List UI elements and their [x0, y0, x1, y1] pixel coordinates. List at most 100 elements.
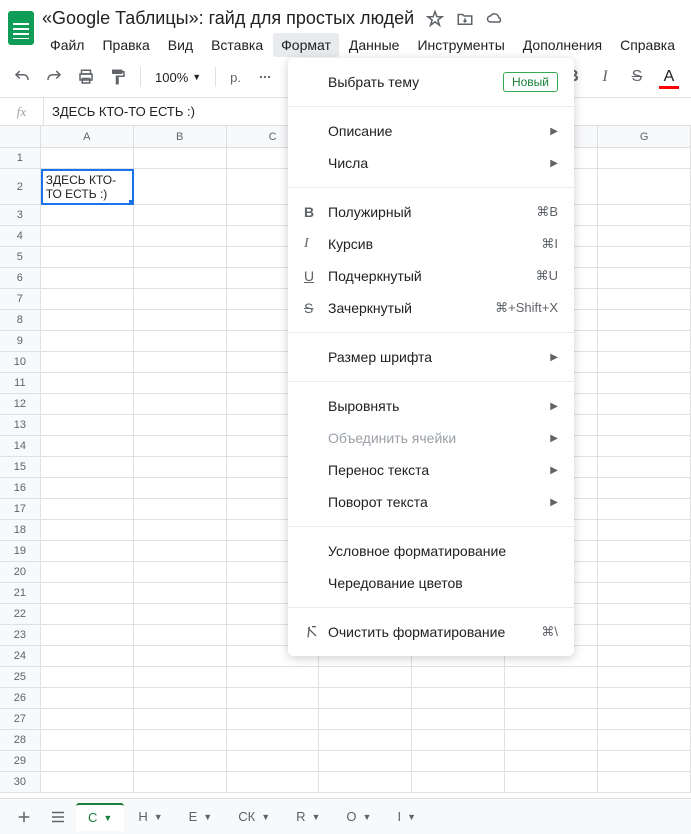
menu-вставка[interactable]: Вставка: [203, 33, 271, 57]
row-header-1[interactable]: 1: [0, 148, 41, 169]
cell-G20[interactable]: [598, 562, 691, 583]
cell-A23[interactable]: [41, 625, 134, 646]
row-header-8[interactable]: 8: [0, 310, 41, 331]
cell-F26[interactable]: [505, 688, 598, 709]
menu-item[interactable]: Условное форматирование: [288, 535, 574, 567]
menu-item[interactable]: Выровнять▶: [288, 390, 574, 422]
sheet-tab[interactable]: R▼: [284, 803, 332, 831]
move-folder-icon[interactable]: [456, 10, 474, 28]
print-button[interactable]: [72, 63, 100, 91]
row-header-30[interactable]: 30: [0, 772, 41, 793]
cell-A25[interactable]: [41, 667, 134, 688]
cell-A28[interactable]: [41, 730, 134, 751]
menu-item[interactable]: Перенос текста▶: [288, 454, 574, 486]
row-header-24[interactable]: 24: [0, 646, 41, 667]
cell-A4[interactable]: [41, 226, 134, 247]
cell-A10[interactable]: [41, 352, 134, 373]
menu-item[interactable]: Поворот текста▶: [288, 486, 574, 518]
cell-A20[interactable]: [41, 562, 134, 583]
cell-G17[interactable]: [598, 499, 691, 520]
select-all-corner[interactable]: [0, 126, 41, 148]
menu-theme[interactable]: Выбрать тему Новый: [288, 66, 574, 98]
cell-G5[interactable]: [598, 247, 691, 268]
cell-A12[interactable]: [41, 394, 134, 415]
cell-G13[interactable]: [598, 415, 691, 436]
row-header-19[interactable]: 19: [0, 541, 41, 562]
col-header-B[interactable]: B: [134, 126, 227, 148]
menu-вид[interactable]: Вид: [160, 33, 201, 57]
cell-G9[interactable]: [598, 331, 691, 352]
sheet-tab[interactable]: I▼: [385, 803, 428, 831]
undo-button[interactable]: [8, 63, 36, 91]
cell-D28[interactable]: [319, 730, 412, 751]
row-header-6[interactable]: 6: [0, 268, 41, 289]
row-header-4[interactable]: 4: [0, 226, 41, 247]
cell-B3[interactable]: [134, 205, 227, 226]
cell-G26[interactable]: [598, 688, 691, 709]
more-formats-button[interactable]: [251, 63, 279, 91]
cell-A19[interactable]: [41, 541, 134, 562]
row-header-26[interactable]: 26: [0, 688, 41, 709]
cell-G11[interactable]: [598, 373, 691, 394]
cell-A8[interactable]: [41, 310, 134, 331]
cell-E26[interactable]: [412, 688, 505, 709]
cell-D25[interactable]: [319, 667, 412, 688]
cell-G2[interactable]: [598, 169, 691, 205]
cell-A27[interactable]: [41, 709, 134, 730]
cell-D26[interactable]: [319, 688, 412, 709]
cell-G25[interactable]: [598, 667, 691, 688]
text-color-button[interactable]: A: [655, 63, 683, 91]
cell-D27[interactable]: [319, 709, 412, 730]
cell-B30[interactable]: [134, 772, 227, 793]
row-header-2[interactable]: 2: [0, 169, 41, 205]
cell-B13[interactable]: [134, 415, 227, 436]
row-header-20[interactable]: 20: [0, 562, 41, 583]
paint-format-button[interactable]: [104, 63, 132, 91]
cell-G27[interactable]: [598, 709, 691, 730]
menu-item[interactable]: IКурсив⌘I: [288, 228, 574, 260]
cell-A29[interactable]: [41, 751, 134, 772]
menu-правка[interactable]: Правка: [94, 33, 157, 57]
cell-B10[interactable]: [134, 352, 227, 373]
cell-G19[interactable]: [598, 541, 691, 562]
cell-B1[interactable]: [134, 148, 227, 169]
cell-A16[interactable]: [41, 478, 134, 499]
cell-F30[interactable]: [505, 772, 598, 793]
cell-B28[interactable]: [134, 730, 227, 751]
cell-F29[interactable]: [505, 751, 598, 772]
cell-B4[interactable]: [134, 226, 227, 247]
row-header-27[interactable]: 27: [0, 709, 41, 730]
cell-D30[interactable]: [319, 772, 412, 793]
cell-F27[interactable]: [505, 709, 598, 730]
cell-B2[interactable]: [134, 169, 227, 205]
star-icon[interactable]: [426, 10, 444, 28]
add-sheet-button[interactable]: [8, 803, 40, 831]
sheet-tab[interactable]: O▼: [334, 803, 383, 831]
cell-G18[interactable]: [598, 520, 691, 541]
row-header-22[interactable]: 22: [0, 604, 41, 625]
cell-B6[interactable]: [134, 268, 227, 289]
cell-G30[interactable]: [598, 772, 691, 793]
menu-файл[interactable]: Файл: [42, 33, 92, 57]
row-header-13[interactable]: 13: [0, 415, 41, 436]
doc-title[interactable]: «Google Таблицы»: гайд для простых людей: [42, 8, 414, 29]
cell-C25[interactable]: [227, 667, 320, 688]
cloud-status-icon[interactable]: [486, 10, 504, 28]
cell-A15[interactable]: [41, 457, 134, 478]
cell-A17[interactable]: [41, 499, 134, 520]
cell-A3[interactable]: [41, 205, 134, 226]
cell-D29[interactable]: [319, 751, 412, 772]
cell-B9[interactable]: [134, 331, 227, 352]
cell-B20[interactable]: [134, 562, 227, 583]
cell-A18[interactable]: [41, 520, 134, 541]
cell-B15[interactable]: [134, 457, 227, 478]
italic-button[interactable]: I: [591, 63, 619, 91]
cell-E30[interactable]: [412, 772, 505, 793]
redo-button[interactable]: [40, 63, 68, 91]
cell-G4[interactable]: [598, 226, 691, 247]
row-header-16[interactable]: 16: [0, 478, 41, 499]
cell-G29[interactable]: [598, 751, 691, 772]
row-header-5[interactable]: 5: [0, 247, 41, 268]
cell-G21[interactable]: [598, 583, 691, 604]
row-header-17[interactable]: 17: [0, 499, 41, 520]
